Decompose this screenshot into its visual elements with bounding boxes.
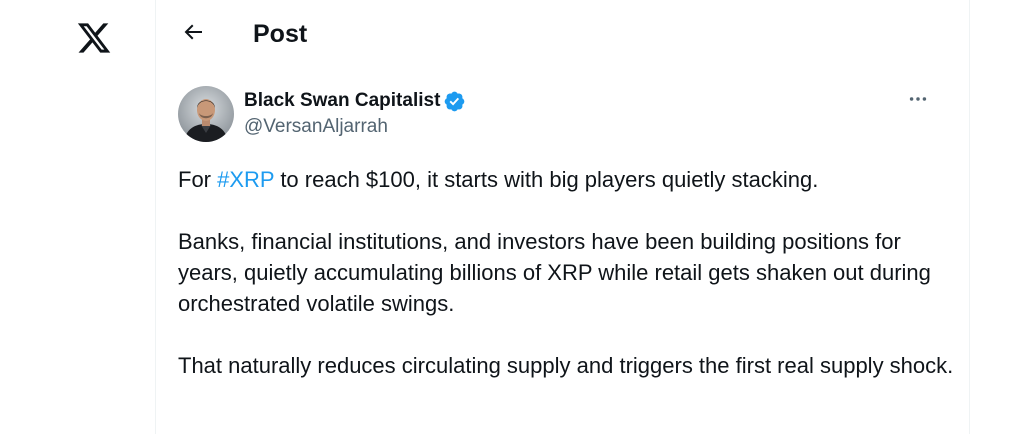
back-button[interactable]: [176, 17, 210, 51]
more-horizontal-icon: [907, 88, 929, 115]
avatar[interactable]: [178, 86, 234, 142]
main-column: Post Black Swan Capitalist @VersanAljarr…: [155, 0, 970, 434]
post-paragraph-1: For #XRP to reach $100, it starts with b…: [178, 164, 958, 195]
post-text-segment: For: [178, 167, 218, 192]
author-handle[interactable]: @VersanAljarrah: [244, 115, 466, 139]
left-nav: [0, 0, 155, 434]
author-display-name[interactable]: Black Swan Capitalist: [244, 88, 440, 114]
page: Post Black Swan Capitalist @VersanAljarr…: [0, 0, 1024, 434]
post-text: For #XRP to reach $100, it starts with b…: [178, 164, 958, 381]
post-text-segment: to reach $100, it starts with big player…: [274, 167, 819, 192]
author-name-row: Black Swan Capitalist: [244, 88, 466, 114]
more-options-button[interactable]: [903, 88, 933, 114]
verified-badge-icon[interactable]: [443, 90, 466, 113]
page-title: Post: [253, 20, 308, 48]
author-info: Black Swan Capitalist @VersanAljarrah: [244, 88, 466, 139]
hashtag-link[interactable]: #XRP: [217, 167, 274, 192]
arrow-left-icon: [181, 20, 205, 49]
x-logo-icon[interactable]: [76, 20, 112, 56]
page-header: Post: [156, 0, 969, 68]
post-paragraph-3: That naturally reduces circulating suppl…: [178, 353, 954, 378]
post-paragraph-2: Banks, financial institutions, and inves…: [178, 229, 931, 316]
